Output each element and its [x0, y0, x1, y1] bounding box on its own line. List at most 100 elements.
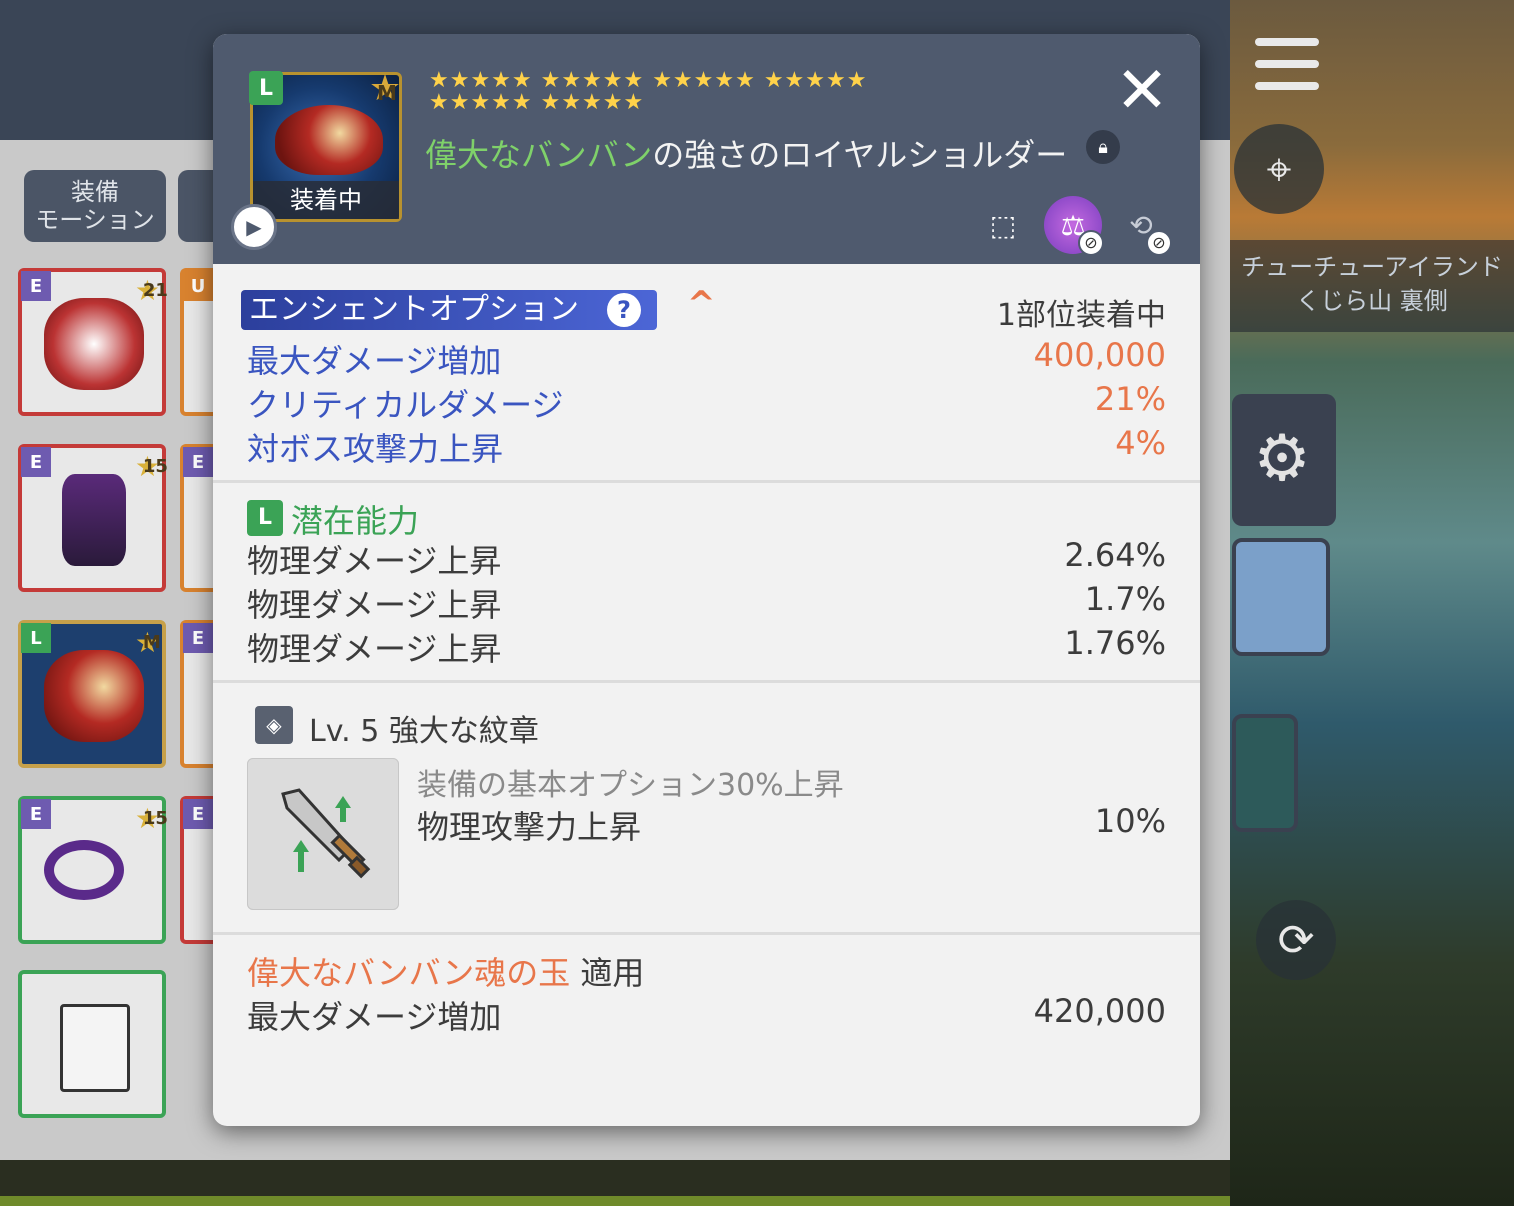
close-button[interactable]: ✕ — [1111, 59, 1173, 123]
star-badge-icon: ★ M — [368, 68, 402, 109]
compare-button[interactable]: ⚖ ⊘ — [1044, 196, 1104, 256]
item-image[interactable]: L ★ M 装着中 — [249, 68, 402, 222]
option-label: 物理ダメージ上昇 — [247, 630, 502, 668]
equip-slot-overall[interactable]: E ★ 15 — [18, 444, 168, 592]
option-label: 最大ダメージ増加 — [247, 998, 502, 1036]
star-badge-icon: ★ M — [134, 626, 161, 659]
ancient-option-title: エンシェントオプション ? — [241, 290, 657, 330]
disabled-icon: ⊘ — [1078, 230, 1104, 256]
legendary-grade-badge: L — [249, 71, 283, 105]
option-label: 対ボス攻撃力上昇 — [247, 430, 504, 468]
share-box-icon: ⬚ — [989, 208, 1017, 242]
starforce-stars: ★★★★★ ★★★★★ ★★★★★ ★★★★★ ★★★★★ ★★★★★ — [429, 70, 969, 114]
equip-motion-label: 装備 モーション — [35, 178, 155, 234]
grade-badge: U — [183, 271, 213, 301]
share-button[interactable]: ⬚ — [974, 196, 1032, 254]
map-label-line2: くじら山 裏側 — [1296, 287, 1448, 315]
item-name-rest: の強さのロイヤルショルダー — [652, 136, 1068, 174]
equip-slot-partial[interactable]: E — [180, 620, 216, 768]
star-row-2: ★★★★★ ★★★★★ — [429, 90, 645, 115]
side-tab-button[interactable] — [178, 170, 218, 242]
option-label: 最大ダメージ増加 — [247, 342, 502, 380]
map-label: チューチューアイランド くじら山 裏側 — [1230, 240, 1514, 332]
equip-motion-button[interactable]: 装備 モーション — [24, 170, 166, 242]
equip-count-status: 1部位装着中 — [996, 298, 1166, 333]
potential-option-row: 物理ダメージ上昇 1.76% — [247, 624, 1166, 668]
grade-badge: L — [21, 623, 51, 653]
equipped-label: 装着中 — [253, 181, 399, 219]
item-header: L ★ M 装着中 ▶ ★★★★★ ★★★★★ ★★★★★ ★★★★★ ★★★★★… — [213, 34, 1200, 264]
option-value: 420,000 — [1033, 992, 1166, 1030]
help-icon[interactable]: ? — [607, 293, 641, 327]
star-badge-icon: ★ 21 — [134, 274, 168, 307]
grade-badge: E — [21, 799, 51, 829]
soul-applied-label: 適用 — [580, 954, 645, 992]
equip-slot-pocket[interactable] — [18, 970, 166, 1118]
map-label-line1: チューチューアイランド — [1241, 253, 1503, 281]
duck-event-button[interactable] — [1232, 538, 1330, 656]
star-row-1: ★★★★★ ★★★★★ ★★★★★ ★★★★★ — [429, 68, 868, 93]
divider — [213, 932, 1200, 935]
map-pin-icon[interactable]: ⌖ — [1234, 124, 1324, 214]
emblem-image — [247, 758, 399, 910]
equip-slot-shoulder[interactable]: L ★ M — [18, 620, 166, 768]
soul-title-row: 偉大なバンバン魂の玉 適用 — [247, 948, 1166, 992]
shoulder-icon — [44, 650, 144, 742]
settings-button[interactable]: ⚙ — [1232, 394, 1336, 526]
grade-badge: E — [183, 447, 213, 477]
potential-option-row: 物理ダメージ上昇 1.7% — [247, 580, 1166, 624]
refresh-icon[interactable]: ⟳ — [1256, 900, 1336, 980]
ancient-option-label: エンシェントオプション — [249, 292, 579, 327]
soul-stat-row: 最大ダメージ増加 420,000 — [247, 992, 1166, 1036]
hamburger-menu-icon[interactable] — [1255, 38, 1319, 90]
ancient-option-row: クリティカルダメージ 21% — [247, 380, 1166, 424]
emblem-diamond-icon: ◈ — [255, 706, 293, 744]
lock-icon[interactable]: 🔒︎ — [1086, 130, 1120, 164]
grade-badge: E — [21, 447, 51, 477]
option-value: 4% — [1115, 424, 1166, 462]
equip-slot-partial[interactable]: E — [180, 796, 216, 944]
badge-item-icon — [60, 1004, 130, 1092]
gear-icon: ⚙ — [1253, 422, 1311, 496]
emblem-description: 装備の基本オプション30%上昇 — [417, 768, 844, 803]
equip-slot-belt[interactable]: E ★ 15 — [18, 796, 168, 944]
transfer-button[interactable]: ⟲ ⊘ — [1112, 196, 1172, 256]
preview-play-button[interactable]: ▶ — [231, 204, 277, 250]
grade-badge: E — [21, 271, 51, 301]
divider — [213, 680, 1200, 683]
hat-icon — [44, 298, 144, 390]
equip-slot-hat[interactable]: E ★ 21 — [18, 268, 168, 416]
ancient-option-row: 対ボス攻撃力上昇 4% — [247, 424, 1166, 468]
disabled-icon: ⊘ — [1146, 230, 1172, 256]
equip-slot-partial[interactable]: E — [180, 444, 216, 592]
item-detail-modal: L ★ M 装着中 ▶ ★★★★★ ★★★★★ ★★★★★ ★★★★★ ★★★★★… — [213, 34, 1200, 1126]
option-value: 2.64% — [1064, 536, 1166, 574]
item-name-prefix: 偉大なバンバン — [425, 136, 653, 174]
sword-icon — [281, 788, 371, 879]
potential-option-row: 物理ダメージ上昇 2.64% — [247, 536, 1166, 580]
option-value: 10% — [1094, 802, 1166, 840]
option-label: 物理ダメージ上昇 — [247, 542, 502, 580]
emblem-title: Lv. 5 強大な紋章 — [309, 714, 539, 749]
equip-slot-partial[interactable]: U — [180, 268, 216, 416]
belt-icon — [44, 840, 124, 900]
potential-grade-badge: L — [247, 500, 283, 536]
soul-name: 偉大なバンバン魂の玉 — [247, 954, 571, 992]
option-value: 21% — [1094, 380, 1166, 418]
option-value: 1.7% — [1084, 580, 1166, 618]
side-item-button[interactable] — [1232, 714, 1298, 832]
grade-badge: E — [183, 799, 213, 829]
play-icon: ▶ — [246, 215, 262, 239]
option-label: 物理攻撃力上昇 — [417, 808, 642, 846]
ancient-option-row: 最大ダメージ増加 400,000 — [247, 336, 1166, 380]
star-badge-icon: ★ 15 — [134, 802, 168, 835]
item-name: 偉大なバンバンの強さのロイヤルショルダー — [425, 130, 1067, 176]
star-badge-icon: ★ 15 — [134, 450, 168, 483]
option-value: 400,000 — [1033, 336, 1166, 374]
grade-badge: E — [183, 623, 213, 653]
outfit-icon — [62, 474, 126, 566]
royal-shoulder-icon — [275, 105, 383, 175]
collapse-caret-icon[interactable]: ^ — [687, 284, 716, 324]
option-label: クリティカルダメージ — [247, 386, 564, 424]
divider — [213, 480, 1200, 483]
